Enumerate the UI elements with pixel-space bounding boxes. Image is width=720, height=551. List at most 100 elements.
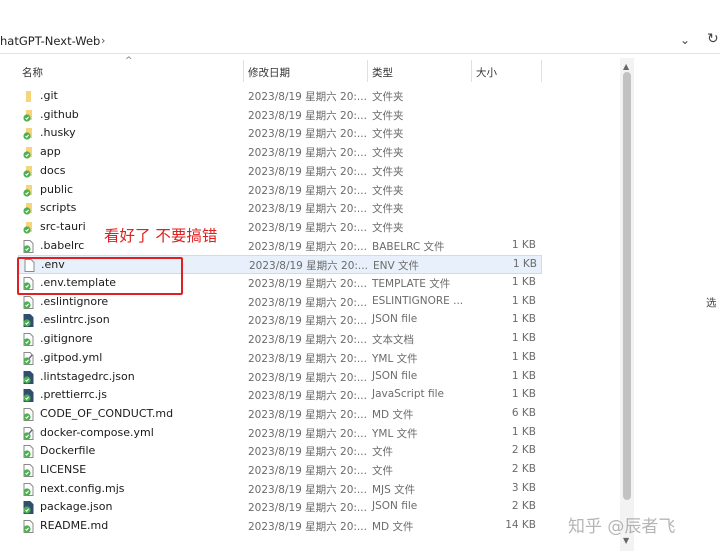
file-row[interactable]: .git 2023/8/19 星期六 20:... 文件夹	[18, 87, 542, 106]
scrollbar-thumb[interactable]	[623, 72, 631, 500]
file-row[interactable]: .prettierrc.js 2023/8/19 星期六 20:... JavaSc…	[18, 386, 542, 405]
file-modified: 2023/8/19 星期六 20:...	[248, 109, 367, 122]
file-modified: 2023/8/19 星期六 20:...	[248, 465, 367, 477]
file-row[interactable]: package.json 2023/8/19 星期六 20:... JSON fil…	[18, 498, 542, 517]
file-row[interactable]: .github 2023/8/19 星期六 20:... 文件夹	[18, 106, 542, 125]
file-name: CODE_OF_CONDUCT.md	[40, 406, 174, 420]
address-history-dropdown-icon[interactable]: ⌄	[680, 33, 690, 47]
file-size: 1 KB	[511, 350, 536, 363]
file-row[interactable]: src-tauri 2023/8/19 星期六 20:... 文件夹	[18, 218, 542, 237]
file-modified: 2023/8/19 星期六 20:...	[248, 315, 367, 328]
file-type: 文本文档	[372, 334, 414, 347]
file-row[interactable]: README.md 2023/8/19 星期六 20:... MD 文件 14 KB	[18, 517, 542, 536]
folder-sync-icon	[23, 127, 34, 140]
file-row[interactable]: LICENSE 2023/8/19 星期六 20:... 文件 2 KB	[18, 461, 542, 480]
file-row[interactable]: Dockerfile 2023/8/19 星期六 20:... 文件 2 KB	[18, 442, 542, 461]
file-edit-icon	[23, 426, 34, 440]
file-type: JavaScript file	[372, 388, 444, 401]
scroll-up-icon[interactable]: ▲	[623, 62, 629, 71]
file-row[interactable]: .lintstagedrc.json 2023/8/19 星期六 20:... JS…	[18, 368, 542, 387]
breadcrumb-current[interactable]: hatGPT-Next-Web	[0, 34, 100, 48]
file-size: 2 KB	[511, 444, 536, 457]
file-modified: 2023/8/19 星期六 20:...	[248, 91, 367, 103]
column-divider[interactable]	[367, 60, 368, 82]
file-modified: 2023/8/19 星期六 20:...	[248, 147, 367, 160]
refresh-icon[interactable]: ↻	[707, 31, 719, 47]
file-row[interactable]: .gitignore 2023/8/19 星期六 20:... 文本文档 1 KB	[18, 330, 542, 349]
annotation-text: 看好了 不要搞错	[104, 227, 218, 245]
file-type: 文件夹	[372, 128, 404, 141]
folder-sync-icon	[23, 109, 34, 122]
file-modified: 2023/8/19 星期六 20:...	[248, 521, 367, 534]
file-name: docker-compose.yml	[40, 425, 154, 439]
file-modified: 2023/8/19 星期六 20:...	[248, 371, 367, 384]
file-modified: 2023/8/19 星期六 20:...	[248, 408, 367, 421]
file-row[interactable]: .eslintignore 2023/8/19 星期六 20:... ESLINTI…	[18, 293, 542, 312]
column-divider[interactable]	[541, 60, 542, 82]
file-row[interactable]: docker-compose.yml 2023/8/19 星期六 20:... YM…	[18, 424, 542, 443]
folder-icon	[23, 90, 34, 103]
file-name: next.config.mjs	[40, 481, 125, 495]
file-type: YML 文件	[372, 352, 418, 365]
file-sync-icon	[23, 407, 34, 421]
file-size: 1 KB	[511, 332, 536, 345]
file-row[interactable]: docs 2023/8/19 星期六 20:... 文件夹	[18, 162, 542, 181]
file-row[interactable]: scripts 2023/8/19 星期六 20:... 文件夹	[18, 199, 542, 218]
file-size: 1 KB	[511, 388, 536, 401]
file-size: 1 KB	[511, 425, 536, 438]
column-divider[interactable]	[243, 60, 244, 82]
file-dark-icon	[23, 370, 34, 384]
file-row[interactable]: .eslintrc.json 2023/8/19 星期六 20:... JSON f…	[18, 311, 542, 330]
breadcrumb-chevron-icon[interactable]: ›	[101, 34, 105, 47]
file-modified: 2023/8/19 星期六 20:...	[248, 502, 367, 515]
file-type: ENV 文件	[373, 260, 420, 273]
vertical-scrollbar[interactable]: ▲ ▼	[620, 58, 634, 551]
file-type: MJS 文件	[372, 483, 416, 496]
file-type: JSON file	[372, 500, 418, 513]
file-type: MD 文件	[372, 521, 414, 534]
file-type: 文件夹	[372, 109, 404, 122]
file-row[interactable]: .husky 2023/8/19 星期六 20:... 文件夹	[18, 124, 542, 143]
folder-sync-icon	[23, 165, 34, 178]
file-modified: 2023/8/19 星期六 20:...	[248, 446, 367, 459]
file-name: app	[40, 145, 61, 159]
column-header-modified[interactable]: 修改日期	[248, 65, 290, 80]
file-type: JSON file	[372, 369, 418, 382]
file-row[interactable]: app 2023/8/19 星期六 20:... 文件夹	[18, 143, 542, 162]
annotation-highlight-box	[17, 257, 183, 295]
file-row[interactable]: public 2023/8/19 星期六 20:... 文件夹	[18, 181, 542, 200]
file-row[interactable]: next.config.mjs 2023/8/19 星期六 20:... MJS 文…	[18, 480, 542, 499]
file-dark-icon	[23, 314, 34, 328]
column-header-type[interactable]: 类型	[372, 65, 393, 80]
file-type: 文件夹	[372, 91, 404, 103]
watermark: 知乎 @辰者飞	[568, 517, 676, 537]
file-modified: 2023/8/19 星期六 20:...	[248, 128, 367, 141]
file-name: .gitpod.yml	[40, 350, 103, 364]
file-type: YML 文件	[372, 427, 418, 440]
file-type: 文件夹	[372, 165, 404, 178]
column-header-name[interactable]: 名称	[22, 65, 43, 80]
file-name: public	[40, 182, 74, 196]
file-type: TEMPLATE 文件	[372, 278, 451, 290]
file-name: .eslintrc.json	[40, 313, 110, 327]
scroll-down-icon[interactable]: ▼	[623, 536, 629, 545]
file-modified: 2023/8/19 星期六 20:...	[248, 334, 367, 347]
file-size: 1 KB	[511, 369, 536, 382]
file-type: MD 文件	[372, 408, 414, 421]
column-header-size[interactable]: 大小	[476, 65, 497, 80]
file-row[interactable]: CODE_OF_CONDUCT.md 2023/8/19 星期六 20:... MD…	[18, 405, 542, 424]
file-modified: 2023/8/19 星期六 20:...	[248, 184, 367, 197]
file-modified: 2023/8/19 星期六 20:...	[248, 221, 367, 234]
file-name: .eslintignore	[40, 294, 109, 308]
file-name: .git	[40, 89, 58, 102]
folder-sync-icon	[23, 184, 34, 197]
file-dark-icon	[23, 501, 34, 515]
file-size: 1 KB	[511, 313, 536, 326]
file-row[interactable]: .babelrc 2023/8/19 星期六 20:... BABELRC 文件 1 …	[18, 237, 542, 256]
column-divider[interactable]	[471, 60, 472, 82]
file-row[interactable]: .gitpod.yml 2023/8/19 星期六 20:... YML 文件 1 K…	[18, 349, 542, 368]
file-modified: 2023/8/19 星期六 20:...	[248, 483, 367, 496]
file-type: 文件夹	[372, 184, 404, 197]
file-modified: 2023/8/19 星期六 20:...	[248, 390, 367, 403]
address-bar[interactable]: hatGPT-Next-Web › ⌄ ↻	[0, 28, 720, 54]
